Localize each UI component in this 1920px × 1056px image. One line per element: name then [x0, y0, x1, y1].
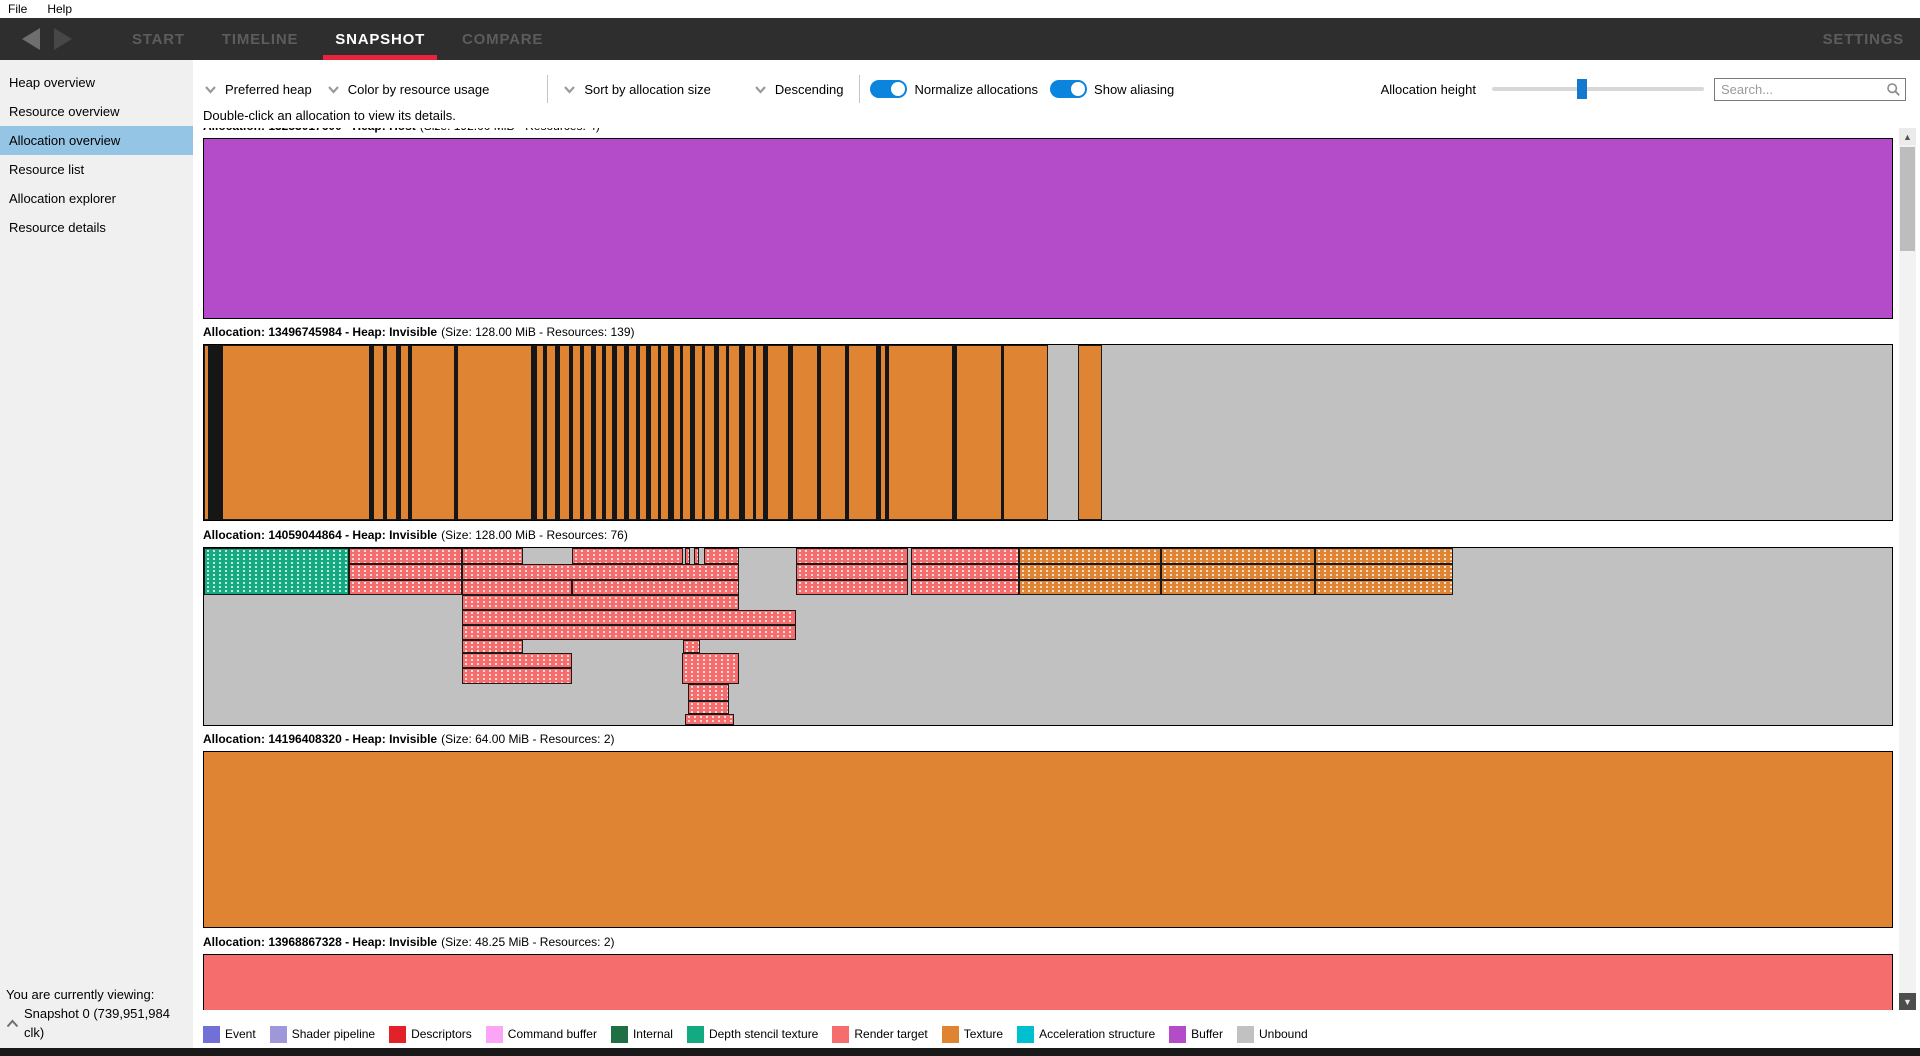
legend-item: Command buffer	[486, 1026, 597, 1043]
allocation-bar[interactable]	[203, 547, 1893, 726]
legend-swatch	[1169, 1026, 1186, 1043]
tab-start[interactable]: START	[132, 18, 185, 60]
menu-bar: File Help	[0, 0, 1920, 18]
nav-history-arrows	[22, 28, 102, 50]
legend-swatch	[611, 1026, 628, 1043]
scroll-down-icon[interactable]: ▼	[1899, 993, 1916, 1010]
nav-bar: START TIMELINE SNAPSHOT COMPARE SETTINGS	[0, 18, 1920, 60]
resource-legend: Event Shader pipeline Descriptors Comman…	[203, 1020, 1308, 1048]
allocation-bar[interactable]	[203, 138, 1893, 319]
main-pane: Preferred heap Color by resource usage S…	[193, 60, 1920, 1048]
legend-item: Event	[203, 1026, 256, 1043]
allocation-group: Allocation: 14196408320 - Heap: Invisibl…	[203, 732, 1893, 748]
sort-mode-dropdown[interactable]: Sort by allocation size	[562, 82, 710, 97]
legend-item: Depth stencil texture	[687, 1026, 818, 1043]
toolbar-separator	[859, 75, 860, 103]
chevron-down-icon	[753, 82, 768, 97]
search-icon	[1886, 82, 1901, 97]
sidebar-item-allocation-explorer[interactable]: Allocation explorer	[0, 184, 193, 213]
allocation-height-slider-handle[interactable]	[1577, 79, 1587, 99]
toolbar: Preferred heap Color by resource usage S…	[203, 75, 1906, 103]
tab-timeline[interactable]: TIMELINE	[222, 18, 298, 60]
allocation-group: Allocation: 13968867328 - Heap: Invisibl…	[203, 935, 1893, 951]
scrollbar-thumb[interactable]	[1900, 147, 1915, 251]
hint-text: Double-click an allocation to view its d…	[203, 108, 456, 123]
menu-file[interactable]: File	[8, 2, 27, 16]
legend-item: Shader pipeline	[270, 1026, 375, 1043]
vertical-scrollbar[interactable]: ▲ ▼	[1899, 128, 1916, 1010]
chevron-down-icon	[203, 82, 218, 97]
toggle-knob	[1071, 82, 1085, 96]
legend-swatch	[1017, 1026, 1034, 1043]
bottom-strip	[0, 1048, 1920, 1056]
search-box	[1714, 78, 1906, 101]
normalize-allocations-toggle-group: Normalize allocations	[870, 80, 1038, 98]
legend-item: Buffer	[1169, 1026, 1223, 1043]
sidebar-item-resource-details[interactable]: Resource details	[0, 213, 193, 242]
preferred-heap-dropdown[interactable]: Preferred heap	[203, 82, 312, 97]
toggle-knob	[891, 82, 905, 96]
color-mode-dropdown[interactable]: Color by resource usage	[326, 82, 490, 97]
toolbar-separator	[547, 75, 548, 103]
scroll-up-icon[interactable]: ▲	[1899, 128, 1916, 145]
sidebar-item-allocation-overview[interactable]: Allocation overview	[0, 126, 193, 155]
sidebar-item-resource-overview[interactable]: Resource overview	[0, 97, 193, 126]
tab-snapshot[interactable]: SNAPSHOT	[335, 18, 425, 60]
legend-item: Acceleration structure	[1017, 1026, 1155, 1043]
allocation-group: Allocation: 13253017600 - Heap: Host(Siz…	[203, 128, 1893, 135]
allocation-group: Allocation: 13496745984 - Heap: Invisibl…	[203, 325, 1893, 341]
allocation-viewport: Allocation: 13253017600 - Heap: Host(Siz…	[203, 128, 1893, 1010]
sidebar: Heap overview Resource overview Allocati…	[0, 60, 193, 1048]
legend-swatch	[687, 1026, 704, 1043]
legend-swatch	[486, 1026, 503, 1043]
show-aliasing-toggle-group: Show aliasing	[1050, 80, 1174, 98]
allocation-bar[interactable]	[203, 954, 1893, 1010]
sidebar-item-heap-overview[interactable]: Heap overview	[0, 68, 193, 97]
snapshot-status: You are currently viewing: Snapshot 0 (7…	[0, 985, 193, 1042]
sort-direction-dropdown[interactable]: Descending	[753, 82, 844, 97]
allocation-height-slider[interactable]	[1492, 87, 1704, 91]
allocation-group: Allocation: 14059044864 - Heap: Invisibl…	[203, 528, 1893, 544]
tab-compare[interactable]: COMPARE	[462, 18, 543, 60]
allocation-header: Allocation: 14196408320 - Heap: Invisibl…	[203, 732, 1893, 748]
allocation-header: Allocation: 13496745984 - Heap: Invisibl…	[203, 325, 1893, 341]
allocation-header: Allocation: 14059044864 - Heap: Invisibl…	[203, 528, 1893, 544]
forward-arrow-icon[interactable]	[54, 28, 72, 50]
normalize-allocations-toggle[interactable]	[870, 80, 907, 98]
allocation-height-label: Allocation height	[1381, 82, 1476, 97]
legend-item: Render target	[832, 1026, 927, 1043]
sidebar-item-resource-list[interactable]: Resource list	[0, 155, 193, 184]
search-input[interactable]	[1714, 78, 1906, 101]
show-aliasing-toggle[interactable]	[1050, 80, 1087, 98]
chevron-down-icon	[562, 82, 577, 97]
nav-tabs: START TIMELINE SNAPSHOT COMPARE	[132, 18, 543, 60]
chevron-down-icon	[326, 82, 341, 97]
legend-item: Texture	[942, 1026, 1003, 1043]
legend-swatch	[942, 1026, 959, 1043]
menu-help[interactable]: Help	[47, 2, 72, 16]
allocation-bar[interactable]	[203, 751, 1893, 928]
legend-swatch	[389, 1026, 406, 1043]
tab-settings[interactable]: SETTINGS	[1823, 31, 1904, 48]
legend-swatch	[270, 1026, 287, 1043]
legend-swatch	[203, 1026, 220, 1043]
legend-item: Descriptors	[389, 1026, 472, 1043]
allocation-header: Allocation: 13968867328 - Heap: Invisibl…	[203, 935, 1893, 951]
allocation-bar[interactable]	[203, 344, 1893, 521]
legend-item: Internal	[611, 1026, 673, 1043]
legend-item: Unbound	[1237, 1026, 1308, 1043]
legend-swatch	[832, 1026, 849, 1043]
status-snapshot-label[interactable]: Snapshot 0 (739,951,984 clk)	[24, 1004, 193, 1042]
status-line1: You are currently viewing:	[6, 985, 193, 1004]
legend-swatch	[1237, 1026, 1254, 1043]
back-arrow-icon[interactable]	[22, 28, 40, 50]
allocation-header: Allocation: 13253017600 - Heap: Host(Siz…	[203, 128, 1893, 135]
chevron-up-icon[interactable]	[6, 1019, 19, 1028]
